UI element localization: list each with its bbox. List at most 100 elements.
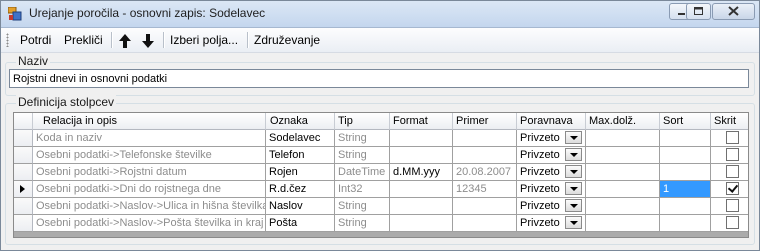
cell-hidden[interactable] (711, 215, 748, 232)
row-header[interactable] (14, 198, 33, 215)
toolbar-grip[interactable] (6, 33, 9, 47)
cell-sort[interactable] (660, 198, 711, 215)
cell-label[interactable]: Naslov (266, 198, 335, 215)
cell-hidden[interactable] (711, 198, 748, 215)
cell-sort[interactable] (660, 130, 711, 147)
cell-format[interactable] (390, 215, 453, 232)
cell-relation[interactable]: Osebni podatki->Naslov->Ulica in hišna š… (33, 198, 266, 215)
dropdown-arrow-icon[interactable] (565, 148, 582, 161)
cell-label[interactable]: Sodelavec (266, 130, 335, 147)
cell-example[interactable] (453, 198, 517, 215)
cell-alignment[interactable]: Privzeto (517, 147, 586, 164)
column-header-hidden[interactable]: Skrit (711, 113, 748, 130)
cell-label[interactable]: Rojen (266, 164, 335, 181)
hidden-checkbox[interactable] (726, 182, 739, 195)
row-header[interactable] (14, 130, 33, 147)
cell-format[interactable] (390, 130, 453, 147)
cell-text: 12345 (456, 183, 487, 195)
cell-type[interactable]: String (335, 215, 390, 232)
cell-alignment[interactable]: Privzeto (517, 198, 586, 215)
maximize-button[interactable] (686, 3, 711, 20)
column-header-example[interactable]: Primer (453, 113, 517, 130)
cell-text: String (338, 149, 367, 161)
cell-sort[interactable] (660, 164, 711, 181)
hidden-checkbox[interactable] (726, 216, 739, 229)
row-header[interactable] (14, 181, 33, 198)
cell-type[interactable]: String (335, 198, 390, 215)
cell-format[interactable] (390, 198, 453, 215)
move-down-icon[interactable] (140, 33, 156, 49)
column-header-relation[interactable]: Relacija in opis (33, 113, 266, 130)
cell-type[interactable]: DateTime (335, 164, 390, 181)
hidden-checkbox[interactable] (726, 131, 739, 144)
column-header-sort[interactable]: Sort (660, 113, 711, 130)
cell-type[interactable]: String (335, 147, 390, 164)
hidden-checkbox[interactable] (726, 165, 739, 178)
cell-format[interactable]: d.MM.yyy (390, 164, 453, 181)
cancel-button[interactable]: Prekliči (64, 33, 103, 47)
cell-example[interactable] (453, 130, 517, 147)
cell-max-length[interactable] (586, 164, 660, 181)
cell-sort[interactable] (660, 147, 711, 164)
cell-max-length[interactable] (586, 198, 660, 215)
cell-max-length[interactable] (586, 181, 660, 198)
row-header[interactable] (14, 164, 33, 181)
cell-sort[interactable] (660, 215, 711, 232)
cell-alignment[interactable]: Privzeto (517, 130, 586, 147)
cell-alignment[interactable]: Privzeto (517, 164, 586, 181)
column-header-format[interactable]: Format (390, 113, 453, 130)
row-header[interactable] (14, 215, 33, 232)
cell-type[interactable]: String (335, 130, 390, 147)
cell-text: Privzeto (520, 183, 560, 195)
close-button[interactable] (712, 3, 755, 20)
cell-format[interactable] (390, 181, 453, 198)
column-header-max-length[interactable]: Max.dolž. (586, 113, 660, 130)
confirm-button[interactable]: Potrdi (20, 33, 51, 47)
cell-label[interactable]: R.d.čez (266, 181, 335, 198)
dropdown-arrow-icon[interactable] (565, 131, 582, 144)
toolbar-separator (111, 32, 112, 48)
column-header-alignment[interactable]: Poravnava (517, 113, 586, 130)
name-input[interactable] (9, 69, 749, 88)
cell-alignment[interactable]: Privzeto (517, 215, 586, 232)
cell-max-length[interactable] (586, 215, 660, 232)
dropdown-arrow-icon[interactable] (565, 182, 582, 195)
cell-sort[interactable]: 1 (660, 181, 711, 198)
cell-example[interactable] (453, 147, 517, 164)
cell-hidden[interactable] (711, 181, 748, 198)
row-header[interactable] (14, 147, 33, 164)
dropdown-arrow-icon[interactable] (565, 165, 582, 178)
cell-alignment[interactable]: Privzeto (517, 181, 586, 198)
hidden-checkbox[interactable] (726, 148, 739, 161)
cell-relation[interactable]: Osebni podatki->Telefonske številke (33, 147, 266, 164)
cell-hidden[interactable] (711, 164, 748, 181)
cell-hidden[interactable] (711, 147, 748, 164)
cell-example[interactable] (453, 215, 517, 232)
toolbar-separator (247, 32, 248, 48)
cell-example[interactable]: 20.08.2007 (453, 164, 517, 181)
select-fields-button[interactable]: Izberi polja... (170, 33, 238, 47)
cell-format[interactable] (390, 147, 453, 164)
column-header-type[interactable]: Tip (335, 113, 390, 130)
cell-type[interactable]: Int32 (335, 181, 390, 198)
columns-grid[interactable]: Relacija in opis Oznaka Tip Format Primer Por… (13, 112, 749, 238)
column-header-label[interactable]: Oznaka (266, 113, 335, 130)
cell-relation[interactable]: Osebni podatki->Naslov->Pošta številka i… (33, 215, 266, 232)
cell-example[interactable]: 12345 (453, 181, 517, 198)
close-icon (728, 6, 739, 16)
cell-relation[interactable]: Koda in naziv (33, 130, 266, 147)
column-header-label: Format (393, 115, 428, 127)
hidden-checkbox[interactable] (726, 199, 739, 212)
dropdown-arrow-icon[interactable] (565, 216, 582, 229)
move-up-icon[interactable] (117, 33, 133, 49)
cell-max-length[interactable] (586, 130, 660, 147)
cell-label[interactable]: Pošta (266, 215, 335, 232)
cell-hidden[interactable] (711, 130, 748, 147)
grouping-button[interactable]: Združevanje (254, 33, 320, 47)
column-header-label: Sort (663, 115, 684, 127)
cell-label[interactable]: Telefon (266, 147, 335, 164)
cell-relation[interactable]: Osebni podatki->Rojstni datum (33, 164, 266, 181)
cell-relation[interactable]: Osebni podatki->Dni do rojstnega dne (33, 181, 266, 198)
dropdown-arrow-icon[interactable] (565, 199, 582, 212)
cell-max-length[interactable] (586, 147, 660, 164)
